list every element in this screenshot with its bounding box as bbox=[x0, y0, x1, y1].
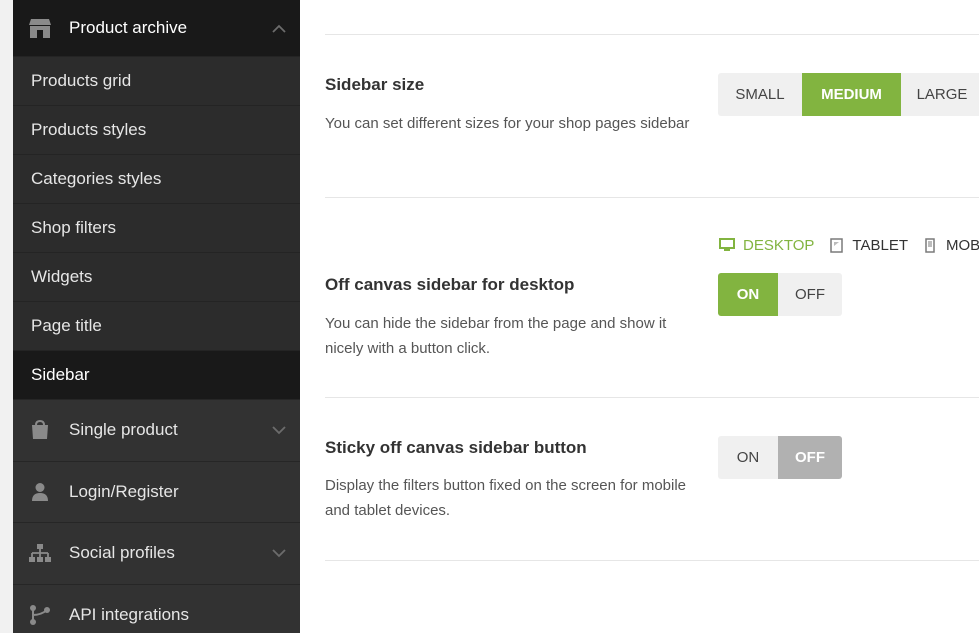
sidebar-item-social-profiles[interactable]: Social profiles bbox=[13, 522, 300, 584]
divider bbox=[325, 197, 979, 198]
sidebar-item-categories-styles[interactable]: Categories styles bbox=[13, 154, 300, 203]
sidebar-item-sidebar[interactable]: Sidebar bbox=[13, 350, 300, 399]
menu-item-label: API integrations bbox=[69, 604, 190, 624]
sidebar-item-login-register[interactable]: Login/Register bbox=[13, 460, 300, 522]
size-medium-button[interactable]: MEDIUM bbox=[802, 73, 901, 116]
sidebar-section-label: Product archive bbox=[69, 18, 188, 37]
sidebar-item-shop-filters[interactable]: Shop filters bbox=[13, 203, 300, 252]
device-label: DESKTOP bbox=[743, 236, 815, 254]
off-canvas-on-button[interactable]: ON bbox=[718, 273, 778, 316]
chevron-down-icon[interactable] bbox=[272, 423, 286, 437]
device-tab-desktop[interactable]: DESKTOP bbox=[718, 236, 814, 254]
integration-icon bbox=[27, 602, 53, 628]
desktop-icon bbox=[718, 236, 736, 254]
divider bbox=[325, 560, 979, 561]
size-small-button[interactable]: SMALL bbox=[718, 73, 802, 116]
size-large-button[interactable]: LARGE bbox=[901, 73, 979, 116]
setting-description-sticky-button: Display the filters button fixed on the … bbox=[325, 477, 687, 519]
off-canvas-off-button[interactable]: OFF bbox=[778, 273, 842, 316]
store-icon bbox=[27, 15, 53, 41]
sitemap-icon bbox=[27, 540, 53, 566]
sticky-on-button[interactable]: ON bbox=[718, 436, 778, 479]
settings-sidebar: Product archive Products grid Products s… bbox=[13, 0, 300, 633]
chevron-down-icon[interactable] bbox=[272, 546, 286, 560]
divider bbox=[325, 34, 979, 35]
device-tabs: DESKTOP TABLET MOBILE bbox=[718, 236, 979, 254]
device-label: MOBILE bbox=[946, 236, 979, 254]
tablet-icon bbox=[827, 236, 845, 254]
chevron-up-icon[interactable] bbox=[272, 21, 286, 35]
window-edge bbox=[0, 0, 13, 633]
setting-title-sidebar-size: Sidebar size bbox=[325, 75, 425, 94]
sidebar-section-product-archive[interactable]: Product archive bbox=[13, 0, 300, 56]
sub-menu-list: Products grid Products styles Categories… bbox=[13, 56, 300, 399]
device-label: TABLET bbox=[852, 236, 908, 254]
sticky-off-button[interactable]: OFF bbox=[778, 436, 842, 479]
sidebar-item-api-integrations[interactable]: API integrations bbox=[13, 583, 300, 633]
setting-title-off-canvas: Off canvas sidebar for desktop bbox=[325, 275, 575, 294]
menu-item-label: Social profiles bbox=[69, 543, 175, 563]
setting-description-off-canvas: You can hide the sidebar from the page a… bbox=[325, 315, 667, 357]
sidebar-item-page-title[interactable]: Page title bbox=[13, 301, 300, 350]
sidebar-item-products-styles[interactable]: Products styles bbox=[13, 105, 300, 154]
settings-panel: Sidebar size You can set different sizes… bbox=[325, 0, 979, 633]
device-tab-mobile[interactable]: MOBILE bbox=[921, 236, 979, 254]
off-canvas-toggle: ON OFF bbox=[718, 273, 842, 316]
sidebar-item-widgets[interactable]: Widgets bbox=[13, 252, 300, 301]
shopping-bag-icon bbox=[27, 417, 53, 443]
sidebar-size-selector: SMALL MEDIUM LARGE bbox=[718, 73, 979, 116]
sidebar-item-single-product[interactable]: Single product bbox=[13, 399, 300, 461]
setting-description-sidebar-size: You can set different sizes for your sho… bbox=[325, 115, 690, 132]
menu-item-label: Login/Register bbox=[69, 481, 179, 501]
mobile-icon bbox=[921, 236, 939, 254]
sticky-button-toggle: ON OFF bbox=[718, 436, 842, 479]
setting-title-sticky-button: Sticky off canvas sidebar button bbox=[325, 438, 587, 457]
user-icon bbox=[27, 479, 53, 505]
sidebar-item-products-grid[interactable]: Products grid bbox=[13, 56, 300, 105]
divider bbox=[325, 397, 979, 398]
menu-item-label: Single product bbox=[69, 420, 178, 440]
device-tab-tablet[interactable]: TABLET bbox=[827, 236, 908, 254]
